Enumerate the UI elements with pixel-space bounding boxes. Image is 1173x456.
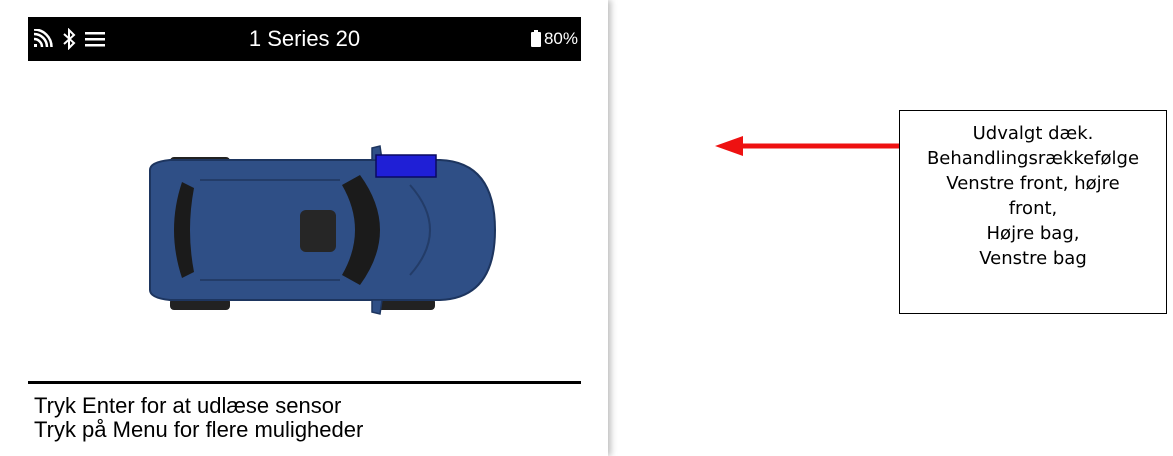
- battery-indicator: 80%: [530, 27, 578, 51]
- callout-line: Venstre bag: [979, 248, 1087, 269]
- device-screen: 1 Series 20 80% Tryk Enter for at udlæse…: [0, 0, 608, 456]
- instruction-line-menu: Tryk på Menu for flere muligheder: [34, 417, 364, 442]
- divider: [28, 381, 581, 384]
- callout-line: front,: [1008, 198, 1058, 219]
- callout-line: Behandlingsrækkefølge: [926, 148, 1140, 169]
- car-diagram: [110, 130, 530, 330]
- instruction-text: Tryk Enter for at udlæse sensor Tryk på …: [34, 394, 363, 442]
- car-top-view: [149, 145, 497, 315]
- status-bar: 1 Series 20 80%: [28, 17, 581, 61]
- battery-percent: 80%: [543, 29, 578, 48]
- red-arrow-icon: [715, 136, 900, 156]
- battery-icon: [530, 30, 541, 47]
- instruction-line-enter: Tryk Enter for at udlæse sensor: [34, 393, 342, 418]
- annotation-callout: Udvalgt dæk. Behandlingsrækkefølge Venst…: [899, 110, 1167, 314]
- sunroof: [300, 210, 336, 252]
- selected-tyre-marker-front-right[interactable]: [375, 154, 437, 178]
- vehicle-title: 1 Series 20: [248, 26, 361, 51]
- callout-line: Højre bag,: [986, 223, 1080, 244]
- callout-line: Venstre front, højre: [946, 173, 1120, 194]
- callout-line: Udvalgt dæk.: [972, 123, 1094, 144]
